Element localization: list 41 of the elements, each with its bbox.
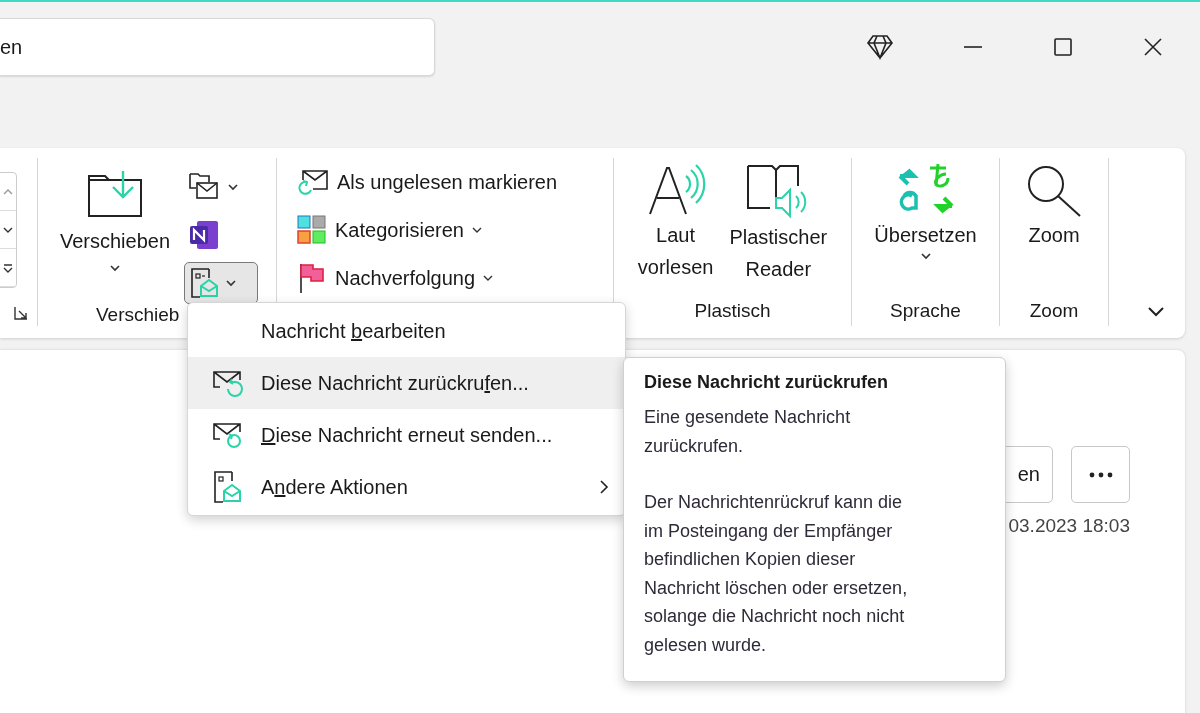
group-label: Zoom <box>1029 300 1079 322</box>
folder-envelope-icon <box>189 172 221 202</box>
expand-gallery-icon[interactable] <box>3 262 13 273</box>
envelope-undo-icon <box>212 369 244 397</box>
scroll-down-icon[interactable] <box>3 225 13 234</box>
read-aloud-button[interactable]: Laut vorlesen <box>635 158 716 296</box>
zoom-button[interactable]: Zoom <box>1022 158 1086 296</box>
collapse-ribbon-icon[interactable] <box>1147 306 1165 318</box>
flag-icon <box>297 262 327 294</box>
folder-arrow-icon <box>87 170 143 218</box>
group-label: Verschieb <box>96 304 180 326</box>
dialog-launcher-icon[interactable] <box>14 306 28 320</box>
envelope-arrow-icon <box>297 168 329 196</box>
tooltip-text: Eine gesendete Nachricht zurückrufen. <box>644 406 852 458</box>
tooltip-text: Der Nachrichtenrückruf kann die im Posteingang der Empfänger befindlichen Kopien dieser Nachricht löschen oder ersetzen, solange die Nachricht noch nicht gelesen wurde. <box>644 491 909 657</box>
close-icon[interactable] <box>1142 36 1164 58</box>
more-icon <box>1088 471 1113 478</box>
scroll-up-icon[interactable] <box>3 187 13 196</box>
message-date: 03.2023 18:03 <box>1008 515 1130 537</box>
categorize-button[interactable]: Kategorisieren <box>297 206 482 254</box>
category-squares-icon <box>297 215 327 245</box>
actions-button[interactable] <box>184 262 258 304</box>
unread-button[interactable]: Als ungelesen markieren <box>297 158 558 206</box>
group-label: Plastisch <box>694 300 771 322</box>
diamond-icon[interactable] <box>866 34 894 60</box>
page-envelope-icon <box>189 268 219 298</box>
translate-button[interactable]: Übersetzen <box>872 158 979 296</box>
notebook-n-icon <box>189 220 219 250</box>
menu-item[interactable]: Diese Nachricht erneut senden... <box>188 409 625 461</box>
menu-item[interactable]: Andere Aktionen <box>188 461 625 513</box>
menu-item[interactable]: Nachricht bearbeiten <box>188 305 625 357</box>
search-field[interactable]: en <box>0 18 435 76</box>
maximize-icon[interactable] <box>1052 36 1074 58</box>
page-envelope-icon <box>212 471 242 503</box>
reader-button[interactable]: Plastischer Reader <box>727 158 830 296</box>
menu-item[interactable]: Diese Nachricht zurückrufen... <box>188 357 625 409</box>
group-label: Sprache <box>890 300 961 322</box>
flag-button[interactable]: Nachverfolgung <box>297 254 494 302</box>
envelope-refresh-icon <box>212 421 244 449</box>
tooltip-title: Diese Nachricht zurückrufen <box>644 372 890 393</box>
move-button[interactable]: Verschieben <box>54 158 176 304</box>
